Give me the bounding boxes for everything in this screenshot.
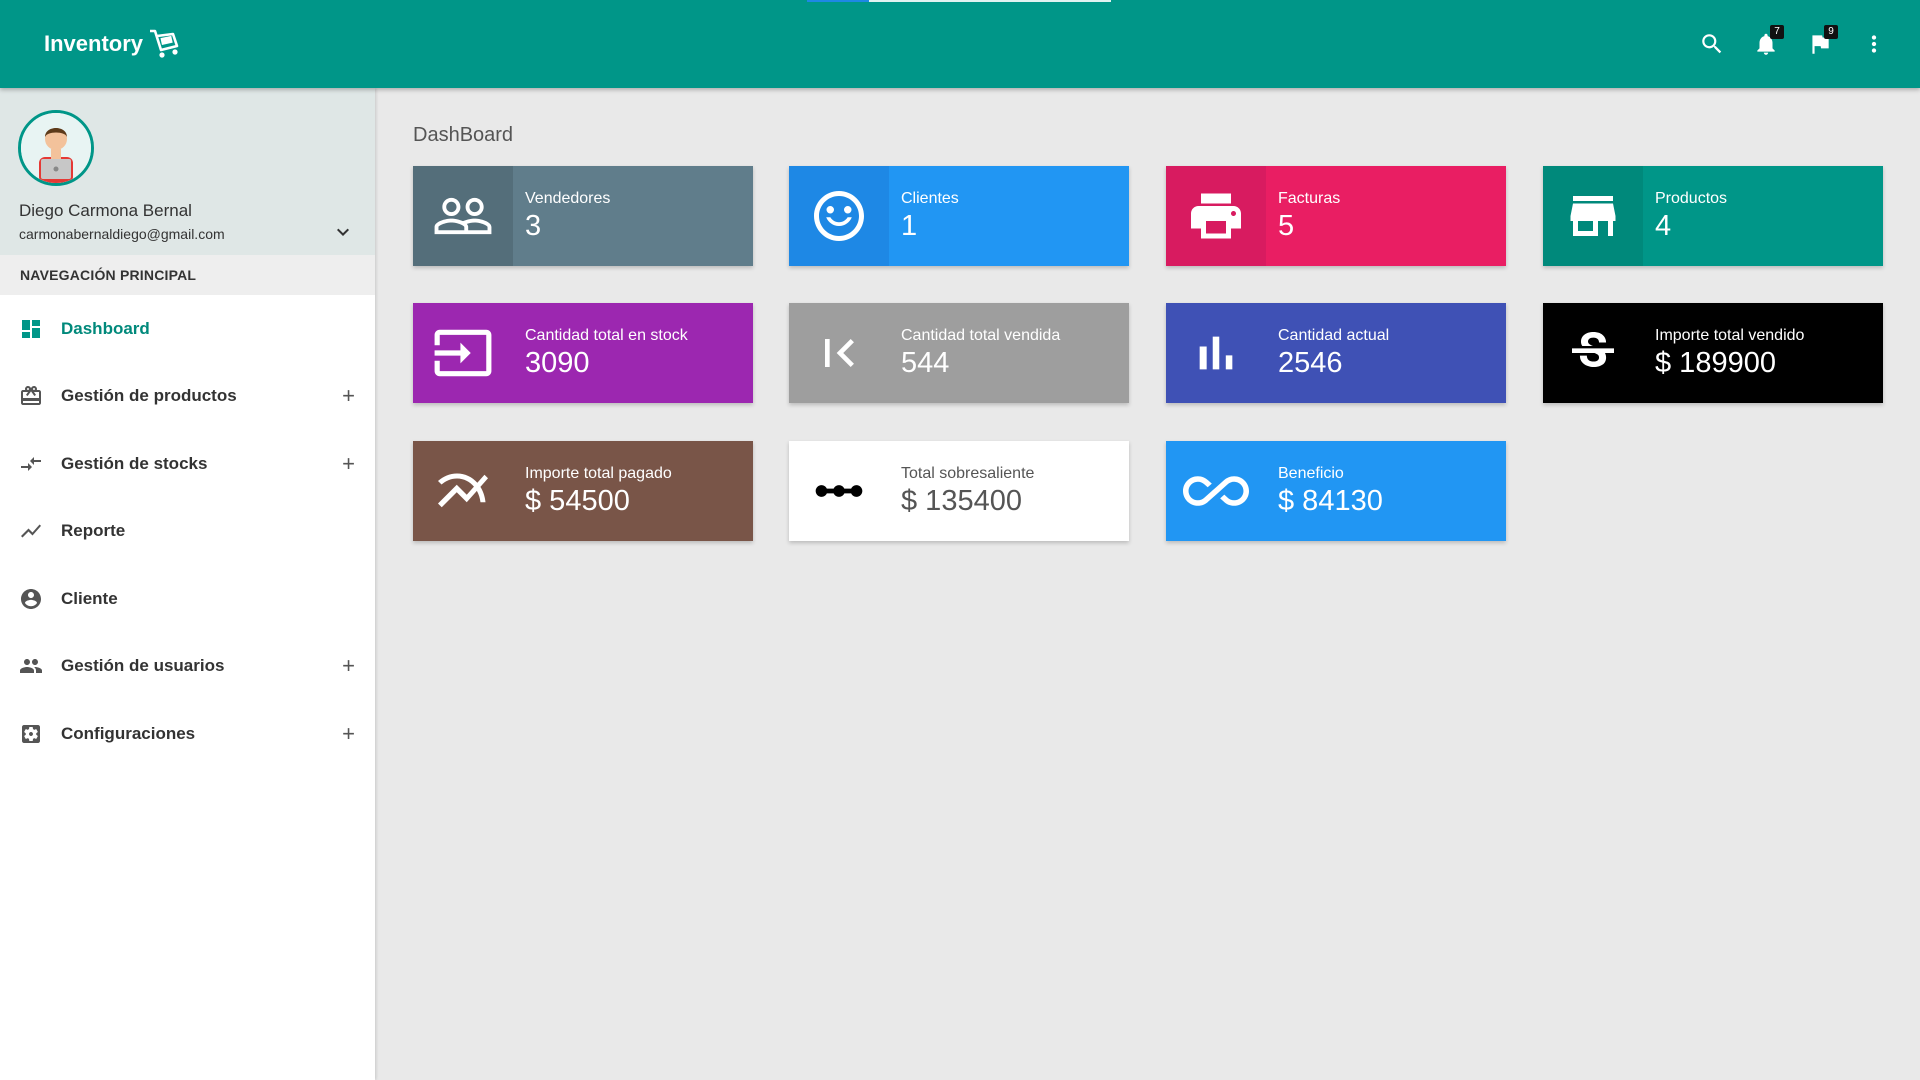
all-inclusive-icon	[1183, 476, 1249, 506]
card-giftcard-icon	[21, 386, 41, 406]
card-stock-total[interactable]: Cantidad total en stock 3090	[413, 303, 753, 403]
store-icon	[1570, 196, 1616, 236]
sidebar-item-label: Gestión de usuarios	[61, 656, 225, 676]
cart-icon	[150, 29, 179, 58]
brand-name: Inventory	[44, 31, 144, 56]
page-title: DashBoard	[413, 124, 514, 146]
card-label: Facturas	[1278, 190, 1341, 207]
card-value: $ 135400	[901, 485, 1022, 517]
user-info: Diego Carmona Bernal carmonabernaldiego@…	[0, 88, 375, 255]
expand-icon[interactable]: +	[342, 451, 355, 477]
card-value: 544	[901, 347, 950, 379]
card-value: 3090	[525, 347, 590, 379]
expand-icon[interactable]: +	[342, 383, 355, 409]
sidebar-item-label: Configuraciones	[61, 723, 196, 743]
card-value: $ 54500	[525, 485, 630, 517]
more-vert-icon	[1871, 35, 1877, 53]
account-circle-icon	[21, 588, 41, 609]
flags-badge: 9	[1824, 25, 1838, 39]
card-value: 1	[901, 210, 918, 242]
expand-icon[interactable]: +	[342, 721, 355, 747]
compare-arrows-icon	[21, 456, 41, 471]
settings-applications-icon	[22, 724, 40, 743]
people-outline-icon	[434, 197, 492, 235]
card-clientes[interactable]: Clientes 1	[789, 166, 1129, 266]
card-value: 5	[1278, 210, 1295, 242]
card-productos[interactable]: Productos 4	[1543, 166, 1883, 266]
card-value: 4	[1655, 210, 1672, 242]
card-label: Importe total vendido	[1655, 327, 1805, 344]
card-vendida-total[interactable]: Cantidad total vendida 544	[789, 303, 1129, 403]
card-cantidad-actual[interactable]: Cantidad actual 2546	[1166, 303, 1506, 403]
card-vendedores[interactable]: Vendedores 3	[413, 166, 753, 266]
user-email: carmonabernaldiego@gmail.com	[19, 226, 225, 242]
people-icon	[20, 659, 42, 674]
loading-progress-bar	[807, 0, 1111, 2]
card-label: Beneficio	[1278, 465, 1344, 482]
sidebar-item-stocks[interactable]: Gestión de stocks +	[0, 430, 375, 498]
card-sobresaliente[interactable]: Total sobresaliente $ 135400	[789, 441, 1129, 541]
nav-header: NAVEGACIÓN PRINCIPAL	[0, 255, 375, 295]
card-label: Productos	[1655, 190, 1728, 207]
main-content: DashBoard Vendedores 3 Clientes 1 Factur…	[375, 88, 1920, 1080]
avatar[interactable]	[18, 110, 94, 186]
sidebar-item-dashboard[interactable]: Dashboard	[0, 295, 375, 363]
brand-logo[interactable]: Inventory	[44, 28, 181, 60]
card-facturas[interactable]: Facturas 5	[1166, 166, 1506, 266]
strikethrough-s-icon	[1572, 332, 1614, 368]
card-importe-vendido[interactable]: Importe total vendido $ 189900	[1543, 303, 1883, 403]
card-label: Cantidad total en stock	[525, 327, 688, 344]
multiline-chart-icon	[438, 473, 488, 508]
sidebar-item-productos[interactable]: Gestión de productos +	[0, 363, 375, 431]
card-value: 2546	[1278, 347, 1343, 379]
sidebar-item-cliente[interactable]: Cliente	[0, 565, 375, 633]
card-label: Clientes	[901, 190, 959, 207]
expand-icon[interactable]: +	[342, 653, 355, 679]
sidebar-item-reporte[interactable]: Reporte	[0, 498, 375, 566]
sidebar: Diego Carmona Bernal carmonabernaldiego@…	[0, 88, 375, 1080]
card-label: Importe total pagado	[525, 465, 672, 482]
chevron-down-icon	[337, 228, 349, 236]
card-beneficio[interactable]: Beneficio $ 84130	[1166, 441, 1506, 541]
sidebar-item-label: Gestión de productos	[61, 386, 237, 406]
more-options-button[interactable]	[1858, 22, 1890, 66]
flags-button[interactable]: 9	[1804, 22, 1838, 66]
search-button[interactable]	[1696, 22, 1728, 66]
dashboard-icon	[22, 319, 40, 338]
card-value: $ 189900	[1655, 347, 1776, 379]
smiley-icon	[814, 191, 864, 241]
sidebar-item-label: Dashboard	[61, 318, 150, 338]
sidebar-item-label: Gestión de stocks	[61, 453, 208, 473]
card-value: 3	[525, 210, 542, 242]
sidebar-item-label: Reporte	[61, 521, 126, 541]
user-name: Diego Carmona Bernal	[19, 201, 192, 220]
card-label: Vendedores	[525, 190, 611, 207]
notifications-badge: 7	[1770, 25, 1784, 39]
top-app-bar: Inventory 7 9	[0, 0, 1920, 88]
user-menu-toggle[interactable]	[331, 220, 355, 244]
card-label: Cantidad actual	[1278, 327, 1390, 344]
user-avatar-icon	[21, 113, 91, 183]
sidebar-item-configuraciones[interactable]: Configuraciones +	[0, 700, 375, 768]
notifications-button[interactable]: 7	[1750, 22, 1784, 66]
card-label: Cantidad total vendida	[901, 327, 1061, 344]
search-icon	[1702, 34, 1722, 54]
bar-chart-icon	[1199, 336, 1233, 370]
card-importe-pagado[interactable]: Importe total pagado $ 54500	[413, 441, 753, 541]
card-label: Total sobresaliente	[901, 465, 1035, 482]
trending-icon	[21, 524, 41, 538]
input-icon	[434, 329, 492, 377]
linear-scale-icon	[815, 485, 863, 497]
sidebar-item-usuarios[interactable]: Gestión de usuarios +	[0, 633, 375, 701]
card-value: $ 84130	[1278, 485, 1383, 517]
print-icon	[1191, 193, 1241, 239]
sidebar-item-label: Cliente	[61, 588, 118, 608]
first-page-icon	[825, 339, 854, 367]
